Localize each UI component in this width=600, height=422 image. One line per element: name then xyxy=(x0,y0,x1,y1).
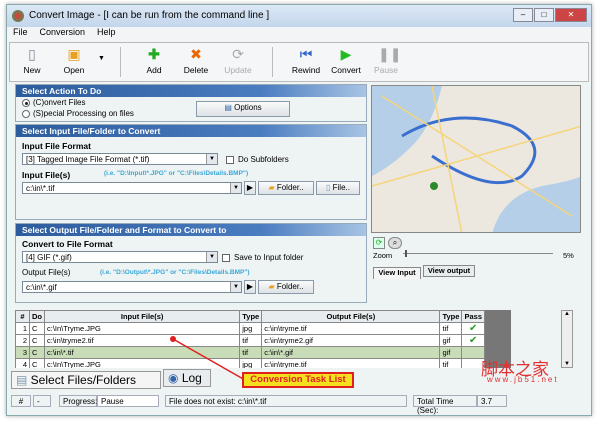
status-hash: # xyxy=(11,395,31,407)
status-dash: - xyxy=(33,395,51,407)
callout-label: Conversion Task List xyxy=(242,372,354,388)
main-window: Convert Image - [I can be run from the c… xyxy=(6,4,592,416)
status-message: File does not exist: c:\in\*.tif xyxy=(165,395,407,407)
watermark-url: www.jb51.net xyxy=(487,375,559,384)
status-progress-value: Pause xyxy=(97,395,159,407)
status-time-label: Total Time (Sec): xyxy=(413,395,477,415)
status-time-value: 3.7 xyxy=(477,395,507,407)
status-progress-label: Progress: xyxy=(59,395,97,407)
